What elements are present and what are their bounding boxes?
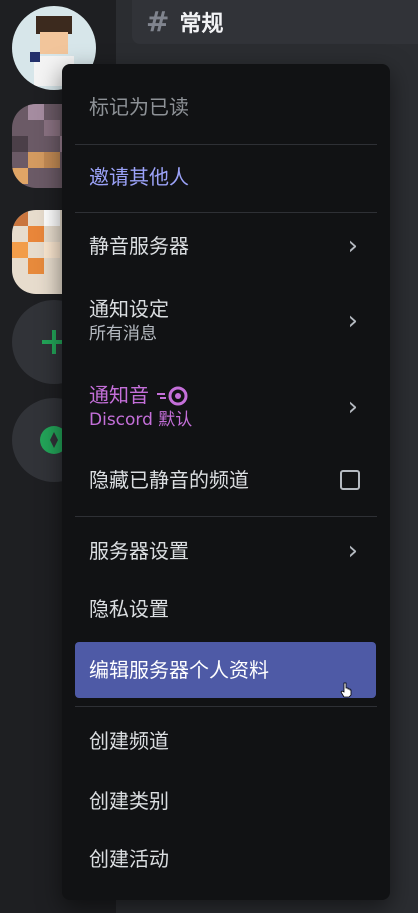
menu-item-create-channel[interactable]: 创建频道 <box>75 716 376 766</box>
server-context-menu: 标记为已读 邀请其他人 静音服务器 › 通知设定 所有消息 › 通知音 Disc… <box>62 64 390 900</box>
menu-item-hide-muted-channels[interactable]: 隐藏已静音的频道 <box>75 454 376 506</box>
menu-item-create-event[interactable]: 创建活动 <box>75 834 376 884</box>
notification-sound-label: 通知音 <box>89 383 149 408</box>
menu-item-create-category[interactable]: 创建类别 <box>75 776 376 826</box>
invite-label: 邀请其他人 <box>89 164 189 189</box>
create-event-label: 创建活动 <box>89 846 169 871</box>
chevron-right-icon: › <box>347 306 358 336</box>
hide-muted-checkbox[interactable] <box>340 470 360 490</box>
mute-server-label: 静音服务器 <box>89 233 189 258</box>
avatar-badge <box>30 52 40 62</box>
hide-muted-channels-label: 隐藏已静音的频道 <box>89 467 249 492</box>
nitro-icon <box>157 386 188 406</box>
edit-server-profile-label: 编辑服务器个人资料 <box>89 657 269 682</box>
notification-settings-label: 通知设定 <box>89 297 169 322</box>
chevron-right-icon: › <box>347 231 358 261</box>
menu-item-mute-server[interactable]: 静音服务器 › <box>75 222 376 270</box>
notification-settings-value: 所有消息 <box>89 324 157 345</box>
hand-cursor-icon <box>340 682 352 698</box>
chevron-right-icon: › <box>347 536 358 566</box>
privacy-settings-label: 隐私设置 <box>89 596 169 621</box>
menu-item-privacy-settings[interactable]: 隐私设置 <box>75 584 376 634</box>
menu-divider <box>75 706 377 707</box>
create-channel-label: 创建频道 <box>89 728 169 753</box>
menu-item-mark-read[interactable]: 标记为已读 <box>75 82 376 132</box>
server-settings-label: 服务器设置 <box>89 538 189 563</box>
menu-item-notification-settings[interactable]: 通知设定 所有消息 › <box>75 286 376 356</box>
notification-sound-value: Discord 默认 <box>89 410 193 431</box>
menu-divider <box>75 144 377 145</box>
menu-item-edit-server-profile[interactable]: 编辑服务器个人资料 <box>75 642 376 698</box>
menu-item-notification-sound[interactable]: 通知音 Discord 默认 › <box>75 372 376 442</box>
menu-divider <box>75 516 377 517</box>
chevron-right-icon: › <box>347 392 358 422</box>
hash-icon: # <box>146 5 170 38</box>
avatar-face <box>40 32 68 54</box>
channel-name[interactable]: 常规 <box>179 6 223 38</box>
menu-item-invite[interactable]: 邀请其他人 <box>75 154 376 200</box>
create-category-label: 创建类别 <box>89 788 169 813</box>
menu-divider <box>75 212 377 213</box>
menu-item-server-settings[interactable]: 服务器设置 › <box>75 526 376 576</box>
mark-read-label: 标记为已读 <box>89 94 189 119</box>
channel-header: # 常规 <box>132 0 418 44</box>
